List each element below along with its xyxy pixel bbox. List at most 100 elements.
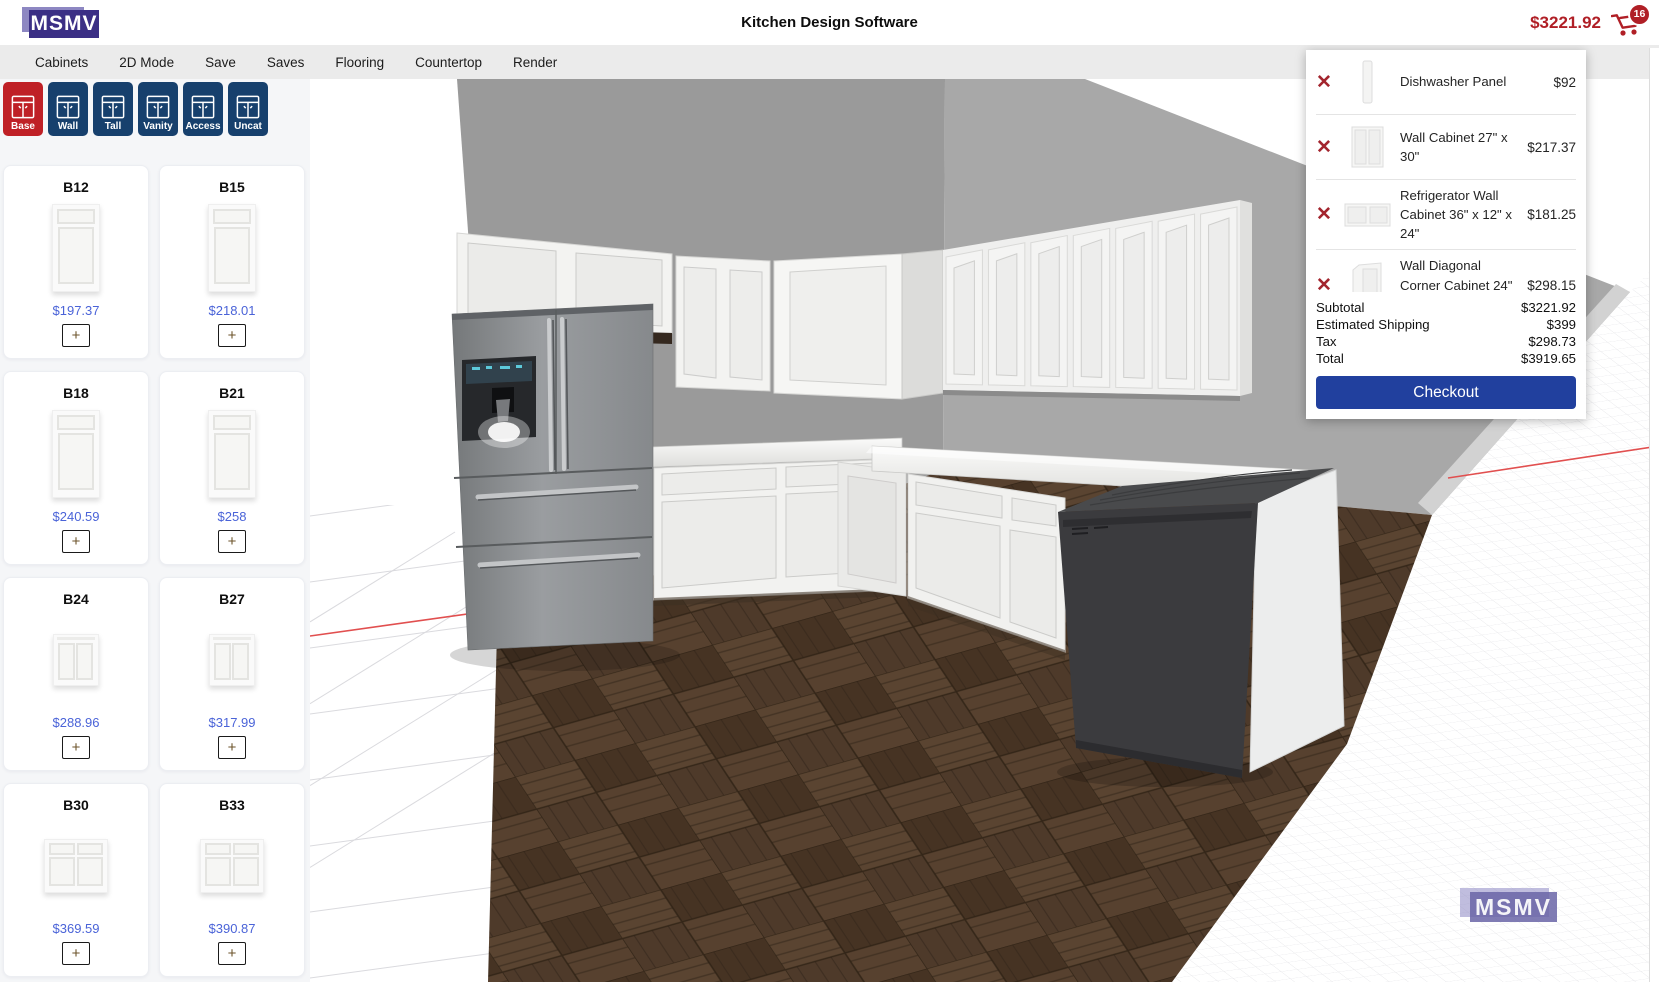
cabinet-icon: [191, 95, 215, 119]
summary-value: $298.73: [1528, 333, 1576, 350]
wall-diagonal-corner-cabinet[interactable]: [774, 250, 943, 399]
category-tabs: Base Wall Tall Vanity Access Uncat: [3, 82, 268, 136]
cabinet-icon: [101, 95, 125, 119]
add-to-cart-button[interactable]: +: [218, 736, 246, 759]
cabinet-price: $390.87: [209, 921, 256, 936]
menu-item-render[interactable]: Render: [513, 55, 557, 70]
refrigerator[interactable]: [450, 304, 680, 671]
cart-item-row: ✕ Wall Diagonal Corner Cabinet 24" x 30"…: [1316, 250, 1576, 292]
catalog-grid: B12 $197.37 + B15 $218.01 + B18 $240.59 …: [3, 165, 305, 977]
cabinet-name: B24: [63, 591, 89, 607]
cart-item-thumbnail: [1344, 261, 1392, 292]
menu-item-2d-mode[interactable]: 2D Mode: [119, 55, 174, 70]
add-to-cart-button[interactable]: +: [218, 942, 246, 965]
summary-label: Subtotal: [1316, 299, 1364, 316]
cabinet-icon: [146, 95, 170, 119]
cabinet-name: B27: [219, 591, 245, 607]
cabinet-thumbnail: [208, 204, 256, 292]
cart-item-name: Wall Cabinet 27" x 30": [1400, 128, 1519, 166]
cabinet-name: B12: [63, 179, 89, 195]
cabinet-thumbnail: [208, 410, 256, 498]
page-title: Kitchen Design Software: [0, 0, 1659, 45]
cabinet-name: B33: [219, 797, 245, 813]
add-to-cart-button[interactable]: +: [62, 324, 90, 347]
cart-summary-section: Subtotal$3221.92 Estimated Shipping$399 …: [1316, 292, 1576, 367]
cart-total: $3221.92: [1530, 13, 1601, 33]
remove-item-icon[interactable]: ✕: [1316, 136, 1336, 159]
summary-label: Total: [1316, 350, 1344, 367]
remove-item-icon[interactable]: ✕: [1316, 274, 1336, 292]
cabinet-price: $317.99: [209, 715, 256, 730]
catalog-card-b30: B30 $369.59 +: [3, 783, 149, 977]
catalog-card-b15: B15 $218.01 +: [159, 165, 305, 359]
top-bar: MSMV Kitchen Design Software $3221.92 16: [0, 0, 1659, 45]
cabinet-name: B21: [219, 385, 245, 401]
add-to-cart-button[interactable]: +: [62, 530, 90, 553]
cart-item-thumbnail: [1344, 124, 1392, 170]
add-to-cart-button[interactable]: +: [218, 324, 246, 347]
remove-item-icon[interactable]: ✕: [1316, 71, 1336, 94]
cart-item-name: Refrigerator Wall Cabinet 36" x 12" x 24…: [1400, 186, 1519, 243]
cabinet-icon: [56, 95, 80, 119]
cart-item-thumbnail: [1344, 200, 1392, 230]
cart-item-price: $181.25: [1527, 207, 1576, 222]
catalog-card-b27: B27 $317.99 +: [159, 577, 305, 771]
catalog-card-b24: B24 $288.96 +: [3, 577, 149, 771]
cart-item-price: $217.37: [1527, 140, 1576, 155]
corner-base-cabinet[interactable]: [838, 462, 906, 596]
menu-item-cabinets[interactable]: Cabinets: [35, 55, 88, 70]
remove-item-icon[interactable]: ✕: [1316, 203, 1336, 226]
summary-label: Estimated Shipping: [1316, 316, 1430, 333]
add-to-cart-button[interactable]: +: [62, 942, 90, 965]
cabinet-icon: [11, 95, 35, 119]
cabinet-thumbnail: [44, 839, 108, 893]
watermark-logo-text: MSMV: [1470, 892, 1557, 922]
cabinet-name: B30: [63, 797, 89, 813]
cabinet-price: $197.37: [53, 303, 100, 318]
category-wall[interactable]: Wall: [48, 82, 88, 136]
cart-item-row: ✕ Refrigerator Wall Cabinet 36" x 12" x …: [1316, 180, 1576, 250]
cart-item-thumbnail: [1344, 59, 1392, 105]
cabinet-price: $369.59: [53, 921, 100, 936]
cart-item-price: $92: [1553, 75, 1576, 90]
cabinet-thumbnail: [53, 634, 99, 686]
category-vanity[interactable]: Vanity: [138, 82, 178, 136]
catalog-sidebar: Base Wall Tall Vanity Access Uncat: [0, 79, 310, 982]
dishwasher[interactable]: [1057, 468, 1344, 787]
canvas-scrollbar[interactable]: [1649, 48, 1659, 982]
cart-item-row: ✕ Wall Cabinet 27" x 30" $217.37: [1316, 115, 1576, 180]
menu-item-countertop[interactable]: Countertop: [415, 55, 482, 70]
cart-item-name: Wall Diagonal Corner Cabinet 24" x 30": [1400, 256, 1519, 292]
catalog-card-b18: B18 $240.59 +: [3, 371, 149, 565]
category-uncat[interactable]: Uncat: [228, 82, 268, 136]
cabinet-thumbnail: [209, 634, 255, 686]
cabinet-price: $288.96: [53, 715, 100, 730]
dishwasher-panel-3d[interactable]: [1250, 470, 1344, 772]
category-access[interactable]: Access: [183, 82, 223, 136]
menu-item-flooring[interactable]: Flooring: [335, 55, 384, 70]
add-to-cart-button[interactable]: +: [62, 736, 90, 759]
catalog-card-b33: B33 $390.87 +: [159, 783, 305, 977]
catalog-card-b12: B12 $197.37 +: [3, 165, 149, 359]
cart-item-price: $298.15: [1527, 278, 1576, 292]
category-tall[interactable]: Tall: [93, 82, 133, 136]
cabinet-name: B15: [219, 179, 245, 195]
checkout-button[interactable]: Checkout: [1316, 376, 1576, 409]
cart-icon[interactable]: 16: [1611, 9, 1643, 37]
cabinet-name: B18: [63, 385, 89, 401]
catalog-card-b21: B21 $258 +: [159, 371, 305, 565]
kitchen-design-app: MSMV MSMV Kitchen Design Software $3221.…: [0, 0, 1659, 982]
add-to-cart-button[interactable]: +: [218, 530, 246, 553]
cabinet-price: $258: [218, 509, 247, 524]
category-base[interactable]: Base: [3, 82, 43, 136]
watermark-logo: MSMV: [1460, 888, 1557, 922]
cart-items-list: ✕ Dishwasher Panel $92 ✕ Wall Cabinet 27…: [1316, 50, 1576, 292]
wall-cabinets-left[interactable]: [676, 256, 770, 391]
menu-item-saves[interactable]: Saves: [267, 55, 305, 70]
menu-item-save[interactable]: Save: [205, 55, 236, 70]
cart-count-badge: 16: [1628, 3, 1651, 26]
cart-item-name: Dishwasher Panel: [1400, 72, 1545, 91]
cart-summary[interactable]: $3221.92 16: [1530, 0, 1643, 45]
summary-value: $399: [1547, 316, 1576, 333]
water-dispenser: [462, 356, 536, 448]
